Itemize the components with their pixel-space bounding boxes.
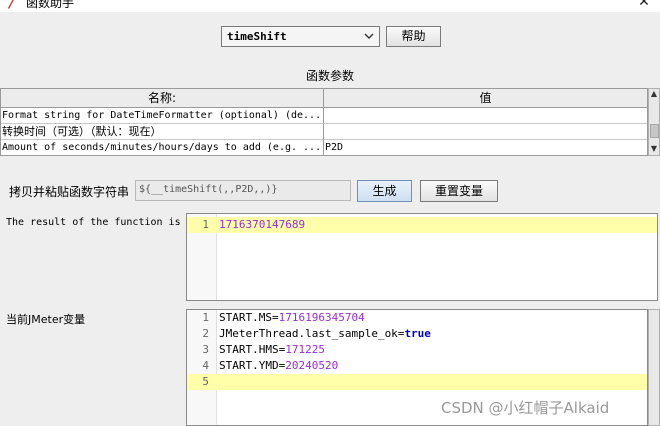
editor-line: 1 START.MS=1716196345704: [187, 310, 647, 326]
param-value-cell[interactable]: [324, 124, 647, 140]
var-key: START.MS=: [219, 311, 279, 324]
close-icon[interactable]: ✕: [636, 0, 652, 10]
var-value: 20240520: [285, 359, 339, 372]
jmeter-vars-label: 当前JMeter变量: [6, 313, 86, 326]
reset-variables-button[interactable]: 重置变量: [420, 180, 498, 202]
line-number: 4: [202, 359, 209, 372]
var-value: 171225: [285, 343, 325, 356]
line-number: 1: [202, 218, 209, 231]
param-name-cell[interactable]: Amount of seconds/minutes/hours/days to …: [1, 140, 324, 156]
function-select-value: timeShift: [227, 30, 287, 43]
function-string-field[interactable]: ${__timeShift(,,P2D,,)}: [135, 180, 351, 201]
editor-line: 4 START.YMD=20240520: [187, 358, 647, 374]
column-header-name[interactable]: 名称:: [1, 89, 324, 108]
watermark: CSDN @小红帽子Alkaid: [441, 399, 610, 417]
help-button[interactable]: 帮助: [386, 26, 441, 47]
editor-line: 1 1716370147689: [187, 217, 657, 233]
line-number: 3: [202, 343, 209, 356]
line-number: 5: [202, 375, 209, 388]
var-key: START.HMS=: [219, 343, 286, 356]
vars-scrollbar[interactable]: [648, 309, 660, 426]
params-section-title: 函数参数: [305, 69, 354, 83]
editor-line: 5: [187, 374, 647, 390]
result-editor[interactable]: 1 1716370147689: [186, 213, 658, 301]
chevron-down-icon: [364, 33, 374, 39]
var-value: 1716196345704: [278, 311, 365, 324]
editor-line: 2 JMeterThread.last_sample_ok=true: [187, 326, 647, 342]
window-titlebar: 函数助手 ✕: [0, 0, 660, 12]
param-name-cell[interactable]: Format string for DateTimeFormatter (opt…: [1, 108, 324, 124]
var-key: JMeterThread.last_sample_ok=: [219, 327, 405, 340]
editor-line: 3 START.HMS=171225: [187, 342, 647, 358]
column-header-value[interactable]: 值: [324, 89, 647, 108]
feather-icon: [8, 0, 14, 9]
function-select[interactable]: timeShift: [221, 26, 380, 47]
result-label: The result of the function is: [6, 217, 181, 228]
param-value-cell[interactable]: [324, 108, 647, 124]
scroll-up-icon[interactable]: ▲: [649, 89, 659, 99]
scroll-down-icon[interactable]: ▼: [649, 144, 659, 154]
scrollbar-thumb[interactable]: [650, 124, 659, 138]
result-value: 1716370147689: [219, 218, 306, 231]
line-number: 2: [202, 327, 209, 340]
window-title: 函数助手: [26, 0, 75, 10]
param-value-cell[interactable]: P2D: [324, 140, 647, 156]
var-value: true: [404, 327, 431, 340]
param-name-cell[interactable]: 转换时间（可选）（默认：现在）: [1, 124, 324, 140]
line-number: 1: [202, 311, 209, 324]
generate-button[interactable]: 生成: [357, 180, 412, 202]
params-table: 名称: 值 Format string for DateTimeFormatte…: [0, 88, 648, 156]
var-key: START.YMD=: [219, 359, 286, 372]
copy-string-label: 拷贝并粘贴函数字符串: [9, 185, 130, 199]
